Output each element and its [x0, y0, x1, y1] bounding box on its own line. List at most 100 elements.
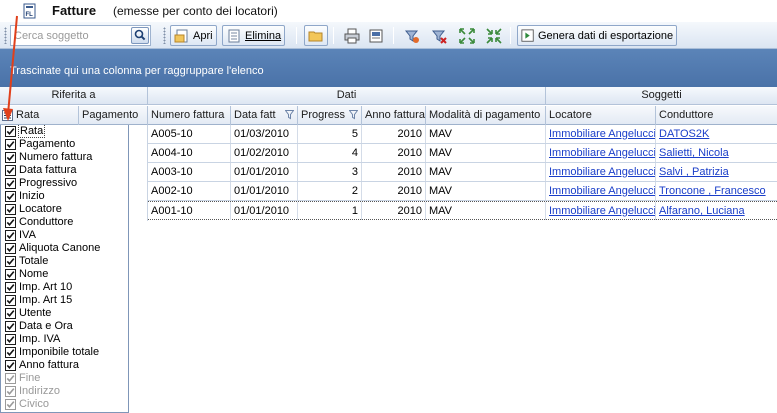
toolbar-grip[interactable]: [163, 27, 166, 44]
checkbox[interactable]: [5, 321, 16, 332]
column-chooser-item[interactable]: Data e Ora: [1, 320, 128, 333]
column-chooser-item[interactable]: Rata: [1, 125, 128, 138]
toolbar-separator: [393, 27, 394, 44]
open-document-icon: [174, 29, 188, 42]
title-bar: FL Fatture (emesse per conto dei locator…: [0, 0, 777, 22]
checkbox[interactable]: [5, 152, 16, 163]
checkbox[interactable]: [5, 126, 16, 137]
search-button[interactable]: [131, 27, 149, 44]
cell-conduttore-link[interactable]: DATOS2K: [656, 125, 777, 143]
column-header-modalita-pagamento[interactable]: Modalità di pagamento: [426, 106, 546, 125]
toolbar: Apri Elimina: [0, 22, 777, 49]
column-header-pagamento[interactable]: Pagamento: [79, 106, 148, 125]
checkbox[interactable]: [5, 373, 16, 384]
column-chooser-item[interactable]: Conduttore: [1, 216, 128, 229]
column-chooser-item[interactable]: Inizio: [1, 190, 128, 203]
column-header-numero-fattura[interactable]: Numero fattura: [148, 106, 231, 125]
column-chooser-item[interactable]: Imp. Art 10: [1, 281, 128, 294]
checkbox[interactable]: [5, 347, 16, 358]
column-chooser-item[interactable]: Imp. Art 15: [1, 294, 128, 307]
column-header-data-fattura[interactable]: Data fatt: [231, 106, 298, 125]
column-filter-icon[interactable]: [349, 110, 358, 120]
checkbox[interactable]: [5, 269, 16, 280]
folder-button[interactable]: [304, 25, 328, 46]
cell-anno-fattura: 2010: [362, 163, 426, 181]
column-chooser-item-label: Nome: [19, 268, 49, 280]
column-chooser-item[interactable]: Totale: [1, 255, 128, 268]
band-header-soggetti[interactable]: Soggetti: [546, 87, 777, 105]
checkbox[interactable]: [5, 386, 16, 397]
print-button[interactable]: [340, 25, 364, 46]
column-chooser-item[interactable]: Numero fattura: [1, 151, 128, 164]
band-header-riferita[interactable]: Riferita a: [0, 87, 148, 105]
table-row[interactable]: A004-10 01/02/2010 4 2010 MAV Immobiliar…: [148, 144, 777, 163]
export-data-button[interactable]: Genera dati di esportazione: [517, 25, 678, 46]
expand-all-button[interactable]: [455, 25, 479, 46]
column-chooser-item[interactable]: Utente: [1, 307, 128, 320]
checkmark-icon: [6, 271, 15, 279]
table-row[interactable]: A005-10 01/03/2010 5 2010 MAV Immobiliar…: [148, 125, 777, 144]
column-header-progressivo[interactable]: Progress: [298, 106, 362, 125]
table-row[interactable]: A002-10 01/01/2010 2 2010 MAV Immobiliar…: [148, 182, 777, 201]
table-row[interactable]: A003-10 01/01/2010 3 2010 MAV Immobiliar…: [148, 163, 777, 182]
column-chooser-item[interactable]: Fine: [1, 372, 128, 385]
checkbox[interactable]: [5, 360, 16, 371]
cell-conduttore-link[interactable]: Salvi , Patrizia: [656, 163, 777, 181]
band-header-dati[interactable]: Dati: [148, 87, 546, 105]
checkbox[interactable]: [5, 217, 16, 228]
open-button[interactable]: Apri: [170, 25, 217, 46]
checkbox[interactable]: [5, 295, 16, 306]
checkbox[interactable]: [5, 139, 16, 150]
cell-conduttore-link[interactable]: Salietti, Nicola: [656, 144, 777, 162]
checkbox[interactable]: [5, 165, 16, 176]
cell-data-fattura: 01/01/2010: [231, 202, 298, 220]
checkbox[interactable]: [5, 204, 16, 215]
column-header-anno-fattura[interactable]: Anno fattura: [362, 106, 426, 125]
column-chooser-item[interactable]: Civico: [1, 398, 128, 411]
column-chooser-item[interactable]: Pagamento: [1, 138, 128, 151]
column-chooser-item[interactable]: IVA: [1, 229, 128, 242]
table-row-selected[interactable]: A001-10 01/01/2010 1 2010 MAV Immobiliar…: [148, 201, 777, 220]
column-chooser-item[interactable]: Aliquota Canone: [1, 242, 128, 255]
remove-filter-button[interactable]: [427, 25, 451, 46]
checkbox[interactable]: [5, 191, 16, 202]
column-filter-icon[interactable]: [285, 110, 294, 120]
column-chooser-item[interactable]: Imponibile totale: [1, 346, 128, 359]
cell-locatore-link[interactable]: Immobiliare Angelucci: [546, 144, 656, 162]
checkbox[interactable]: [5, 308, 16, 319]
cell-conduttore-link[interactable]: Alfarano, Luciana: [656, 202, 777, 220]
column-header-locatore[interactable]: Locatore: [546, 106, 656, 125]
cell-locatore-link[interactable]: Immobiliare Angelucci: [546, 163, 656, 181]
cell-locatore-link[interactable]: Immobiliare Angelucci: [546, 182, 656, 200]
cell-data-fattura: 01/01/2010: [231, 163, 298, 181]
column-chooser-item[interactable]: Locatore: [1, 203, 128, 216]
checkbox[interactable]: [5, 243, 16, 254]
checkbox[interactable]: [5, 178, 16, 189]
cell-locatore-link[interactable]: Immobiliare Angelucci: [546, 202, 656, 220]
column-chooser-icon[interactable]: [2, 110, 13, 121]
app-document-icon: FL: [23, 3, 36, 19]
delete-button[interactable]: Elimina: [222, 25, 286, 46]
search-input[interactable]: [11, 26, 129, 45]
column-chooser-item[interactable]: Indirizzo: [1, 385, 128, 398]
checkbox[interactable]: [5, 399, 16, 410]
column-chooser-item[interactable]: Anno fattura: [1, 359, 128, 372]
toolbar-grip[interactable]: [4, 27, 7, 44]
group-by-panel[interactable]: Trascinate qui una colonna per raggruppa…: [0, 49, 777, 87]
search-icon: [134, 29, 146, 41]
filter-button[interactable]: [400, 25, 424, 46]
checkbox[interactable]: [5, 230, 16, 241]
collapse-all-button[interactable]: [482, 25, 506, 46]
column-chooser-item[interactable]: Data fattura: [1, 164, 128, 177]
column-chooser-item[interactable]: Imp. IVA: [1, 333, 128, 346]
cell-conduttore-link[interactable]: Troncone , Francesco: [656, 182, 777, 200]
cell-anno-fattura: 2010: [362, 182, 426, 200]
checkbox[interactable]: [5, 282, 16, 293]
column-chooser-item[interactable]: Nome: [1, 268, 128, 281]
column-chooser-item[interactable]: Progressivo: [1, 177, 128, 190]
print-preview-button[interactable]: [364, 25, 388, 46]
column-header-conduttore[interactable]: Conduttore: [656, 106, 777, 125]
checkbox[interactable]: [5, 256, 16, 267]
checkbox[interactable]: [5, 334, 16, 345]
cell-locatore-link[interactable]: Immobiliare Angelucci: [546, 125, 656, 143]
